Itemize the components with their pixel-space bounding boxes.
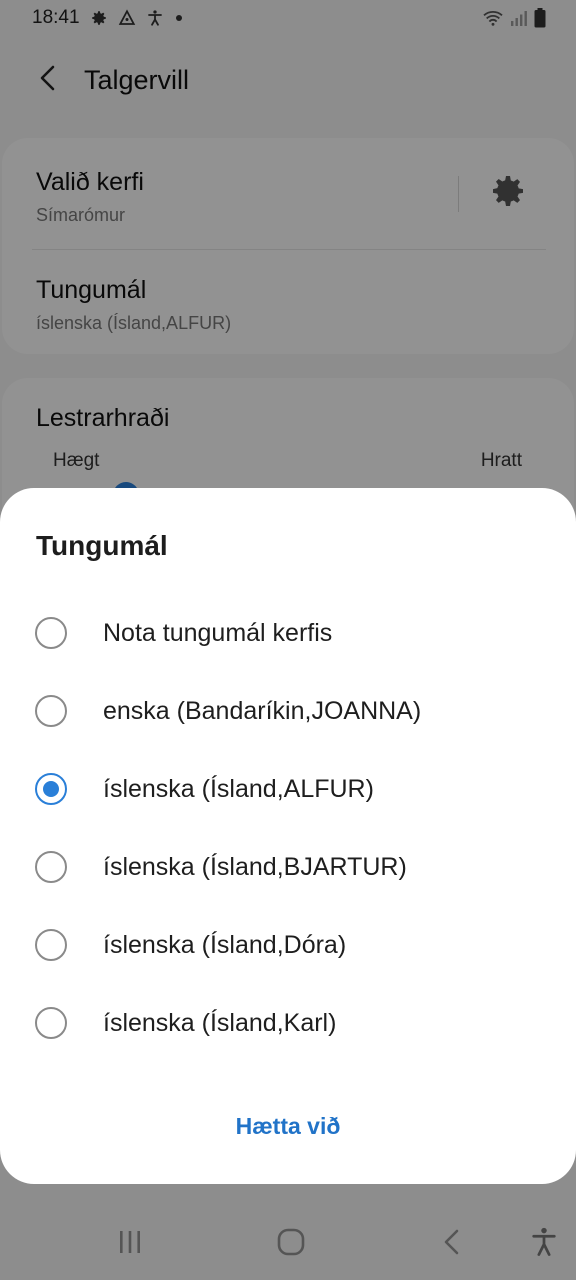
language-dialog: Tungumál Nota tungumál kerfis enska (Ban… (0, 488, 576, 1184)
option-label: íslenska (Ísland,Dóra) (103, 930, 347, 959)
option-label: Nota tungumál kerfis (103, 618, 333, 647)
radio-button[interactable] (35, 851, 67, 883)
accessibility-button[interactable] (516, 1212, 572, 1276)
language-option-system[interactable]: Nota tungumál kerfis (0, 594, 576, 672)
nav-back-button[interactable] (424, 1212, 480, 1276)
language-option-icelandic-alfur[interactable]: íslenska (Ísland,ALFUR) (0, 750, 576, 828)
back-icon (441, 1228, 463, 1261)
language-options: Nota tungumál kerfis enska (Bandaríkin,J… (0, 594, 576, 1062)
radio-button[interactable] (35, 617, 67, 649)
screen: 18:41 Talgervill Valið kerfi Símarómur T… (0, 0, 576, 1280)
home-button[interactable] (263, 1212, 319, 1276)
home-icon (276, 1227, 306, 1262)
option-label: enska (Bandaríkin,JOANNA) (103, 696, 422, 725)
language-option-icelandic-karl[interactable]: íslenska (Ísland,Karl) (0, 984, 576, 1062)
option-label: íslenska (Ísland,BJARTUR) (103, 852, 407, 881)
language-option-english-joanna[interactable]: enska (Bandaríkin,JOANNA) (0, 672, 576, 750)
option-label: íslenska (Ísland,Karl) (103, 1008, 337, 1037)
recent-apps-button[interactable] (102, 1212, 158, 1276)
radio-button[interactable] (35, 1007, 67, 1039)
cancel-button[interactable]: Hætta við (188, 1098, 388, 1154)
radio-button[interactable] (35, 929, 67, 961)
dialog-title: Tungumál (36, 530, 168, 561)
language-option-icelandic-dora[interactable]: íslenska (Ísland,Dóra) (0, 906, 576, 984)
radio-button-checked[interactable] (35, 773, 67, 805)
radio-button[interactable] (35, 695, 67, 727)
navigation-bar (0, 1200, 576, 1280)
recent-apps-icon (116, 1229, 144, 1260)
language-option-icelandic-bjartur[interactable]: íslenska (Ísland,BJARTUR) (0, 828, 576, 906)
accessibility-icon (530, 1226, 558, 1263)
option-label: íslenska (Ísland,ALFUR) (103, 774, 374, 803)
